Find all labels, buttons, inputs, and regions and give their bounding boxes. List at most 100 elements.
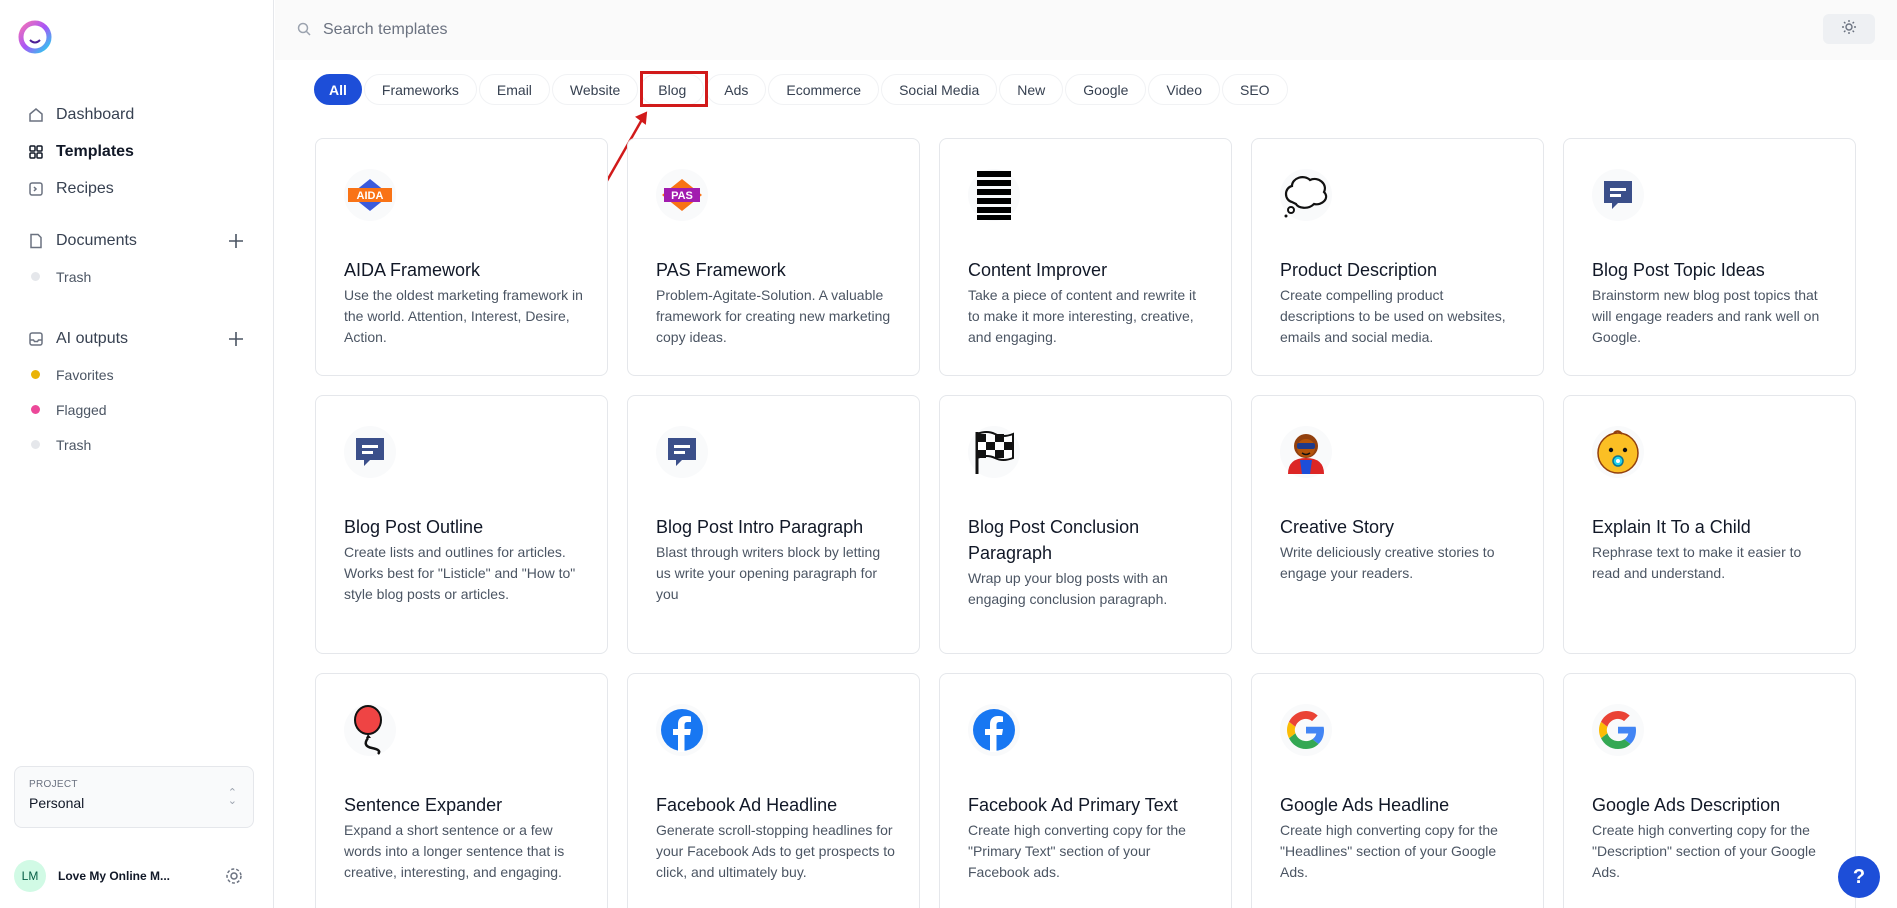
top-bar bbox=[275, 0, 1897, 60]
card-description: Wrap up your blog posts with an engaging… bbox=[968, 570, 1168, 607]
sun-icon bbox=[1841, 19, 1857, 40]
document-icon bbox=[28, 233, 44, 249]
tab-email[interactable]: Email bbox=[478, 74, 550, 105]
inbox-icon bbox=[28, 331, 44, 347]
template-card[interactable]: Creative Story Write deliciously creativ… bbox=[1251, 395, 1544, 654]
card-title: Blog Post Intro Paragraph bbox=[656, 517, 864, 537]
card-title: Blog Post Topic Ideas bbox=[1592, 260, 1765, 280]
ai-outputs-header[interactable]: AI outputs bbox=[0, 321, 274, 357]
tab-new[interactable]: New bbox=[999, 74, 1064, 105]
template-card[interactable]: PAS PAS Framework Problem-Agitate-Soluti… bbox=[627, 138, 920, 376]
help-button[interactable]: ? bbox=[1838, 856, 1880, 898]
card-title: Sentence Expander bbox=[344, 795, 503, 815]
template-card[interactable]: Sentence Expander Expand a short sentenc… bbox=[315, 673, 608, 908]
ai-outputs-label: AI outputs bbox=[56, 330, 129, 347]
home-icon bbox=[28, 107, 44, 123]
add-document-button[interactable] bbox=[226, 231, 246, 251]
nav-recipes-label: Recipes bbox=[56, 179, 114, 197]
template-card[interactable]: Facebook Ad Headline Generate scroll-sto… bbox=[627, 673, 920, 908]
card-title: AIDA Framework bbox=[344, 260, 481, 280]
template-card[interactable]: Content Improver Take a piece of content… bbox=[939, 138, 1232, 376]
pas-badge-icon: PAS bbox=[656, 169, 708, 221]
project-value: Personal bbox=[29, 795, 85, 811]
template-card[interactable]: Blog Post Outline Create lists and outli… bbox=[315, 395, 608, 654]
template-card[interactable]: Explain It To a Child Rephrase text to m… bbox=[1563, 395, 1856, 654]
card-title: Facebook Ad Headline bbox=[656, 795, 838, 815]
balloon-icon bbox=[344, 704, 396, 756]
card-description: Expand a short sentence or a few words i… bbox=[344, 822, 565, 880]
checkered-flag-icon bbox=[968, 426, 1020, 478]
ai-outputs-trash[interactable]: Trash bbox=[0, 427, 274, 462]
card-title: PAS Framework bbox=[656, 260, 786, 280]
nav-dashboard[interactable]: Dashboard bbox=[0, 96, 274, 133]
trash-dot-icon bbox=[31, 440, 40, 449]
sidebar: Dashboard Templates Recipes Documents Tr… bbox=[0, 0, 274, 908]
card-title: Blog Post Conclusion Paragraph bbox=[968, 517, 1140, 563]
card-title: Explain It To a Child bbox=[1592, 517, 1751, 537]
grid-icon bbox=[28, 144, 44, 160]
flagged-dot-icon bbox=[31, 405, 40, 414]
app-logo[interactable] bbox=[16, 18, 54, 56]
facebook-icon bbox=[968, 704, 1020, 756]
template-card[interactable]: Blog Post Topic Ideas Brainstorm new blo… bbox=[1563, 138, 1856, 376]
chevron-updown-icon: ⌃ ⌄ bbox=[227, 787, 237, 807]
terminal-icon bbox=[28, 181, 44, 197]
nav-templates[interactable]: Templates bbox=[0, 133, 274, 170]
template-card[interactable]: Blog Post Conclusion Paragraph Wrap up y… bbox=[939, 395, 1232, 654]
card-description: Create compelling product descriptions t… bbox=[1280, 287, 1506, 345]
ai-trash-label: Trash bbox=[56, 436, 92, 453]
card-description: Brainstorm new blog post topics that wil… bbox=[1592, 287, 1820, 345]
template-card[interactable]: Blog Post Intro Paragraph Blast through … bbox=[627, 395, 920, 654]
search-input[interactable] bbox=[323, 15, 923, 45]
gear-icon[interactable] bbox=[224, 866, 244, 886]
ai-outputs-flagged[interactable]: Flagged bbox=[0, 392, 274, 427]
template-card[interactable]: AIDA AIDA Framework Use the oldest marke… bbox=[315, 138, 608, 376]
template-card[interactable]: Product Description Create compelling pr… bbox=[1251, 138, 1544, 376]
card-title: Google Ads Description bbox=[1592, 795, 1781, 815]
card-description: Create lists and outlines for articles. … bbox=[344, 544, 576, 602]
aida-badge-icon: AIDA bbox=[344, 169, 396, 221]
avatar: LM bbox=[14, 860, 46, 892]
facebook-icon bbox=[656, 704, 708, 756]
template-card[interactable]: Google Ads Headline Create high converti… bbox=[1251, 673, 1544, 908]
chat-bubble-icon bbox=[1592, 169, 1644, 221]
card-description: Create high converting copy for the "Des… bbox=[1592, 822, 1816, 880]
card-description: Blast through writers block by letting u… bbox=[656, 544, 881, 602]
tab-ecommerce[interactable]: Ecommerce bbox=[768, 74, 880, 105]
card-description: Take a piece of content and rewrite it t… bbox=[968, 287, 1197, 345]
user-profile[interactable]: LM Love My Online M... bbox=[14, 860, 254, 892]
baby-icon bbox=[1592, 426, 1644, 478]
text-lines-icon bbox=[968, 169, 1020, 221]
svg-text:PAS: PAS bbox=[671, 190, 693, 202]
tab-ads[interactable]: Ads bbox=[706, 74, 767, 105]
card-title: Blog Post Outline bbox=[344, 517, 484, 537]
ai-outputs-favorites[interactable]: Favorites bbox=[0, 357, 274, 392]
documents-header[interactable]: Documents bbox=[0, 223, 274, 259]
nav-recipes[interactable]: Recipes bbox=[0, 170, 274, 207]
documents-trash[interactable]: Trash bbox=[0, 259, 274, 294]
documents-section: Documents Trash bbox=[0, 223, 274, 294]
tab-social-media[interactable]: Social Media bbox=[881, 74, 998, 105]
category-tabs: All Frameworks Email Website Blog Ads Ec… bbox=[314, 74, 1290, 105]
tab-seo[interactable]: SEO bbox=[1221, 74, 1288, 105]
documents-label: Documents bbox=[56, 232, 137, 249]
template-card[interactable]: Google Ads Description Create high conve… bbox=[1563, 673, 1856, 908]
add-ai-output-button[interactable] bbox=[226, 329, 246, 349]
chat-bubble-icon bbox=[656, 426, 708, 478]
theme-toggle-button[interactable] bbox=[1823, 14, 1875, 44]
tab-google[interactable]: Google bbox=[1065, 74, 1147, 105]
flagged-label: Flagged bbox=[56, 401, 107, 418]
card-description: Generate scroll-stopping headlines for y… bbox=[656, 822, 895, 880]
card-title: Google Ads Headline bbox=[1280, 795, 1450, 815]
tab-website[interactable]: Website bbox=[551, 74, 639, 105]
template-card[interactable]: Facebook Ad Primary Text Create high con… bbox=[939, 673, 1232, 908]
search-icon bbox=[297, 22, 311, 36]
tab-all[interactable]: All bbox=[314, 74, 362, 105]
user-name: Love My Online M... bbox=[58, 869, 171, 883]
card-title: Product Description bbox=[1280, 260, 1438, 280]
nav-dashboard-label: Dashboard bbox=[56, 105, 135, 123]
card-title: Creative Story bbox=[1280, 517, 1395, 537]
project-selector[interactable]: PROJECT Personal ⌃ ⌄ bbox=[14, 766, 254, 828]
tab-frameworks[interactable]: Frameworks bbox=[363, 74, 477, 105]
tab-video[interactable]: Video bbox=[1148, 74, 1220, 105]
